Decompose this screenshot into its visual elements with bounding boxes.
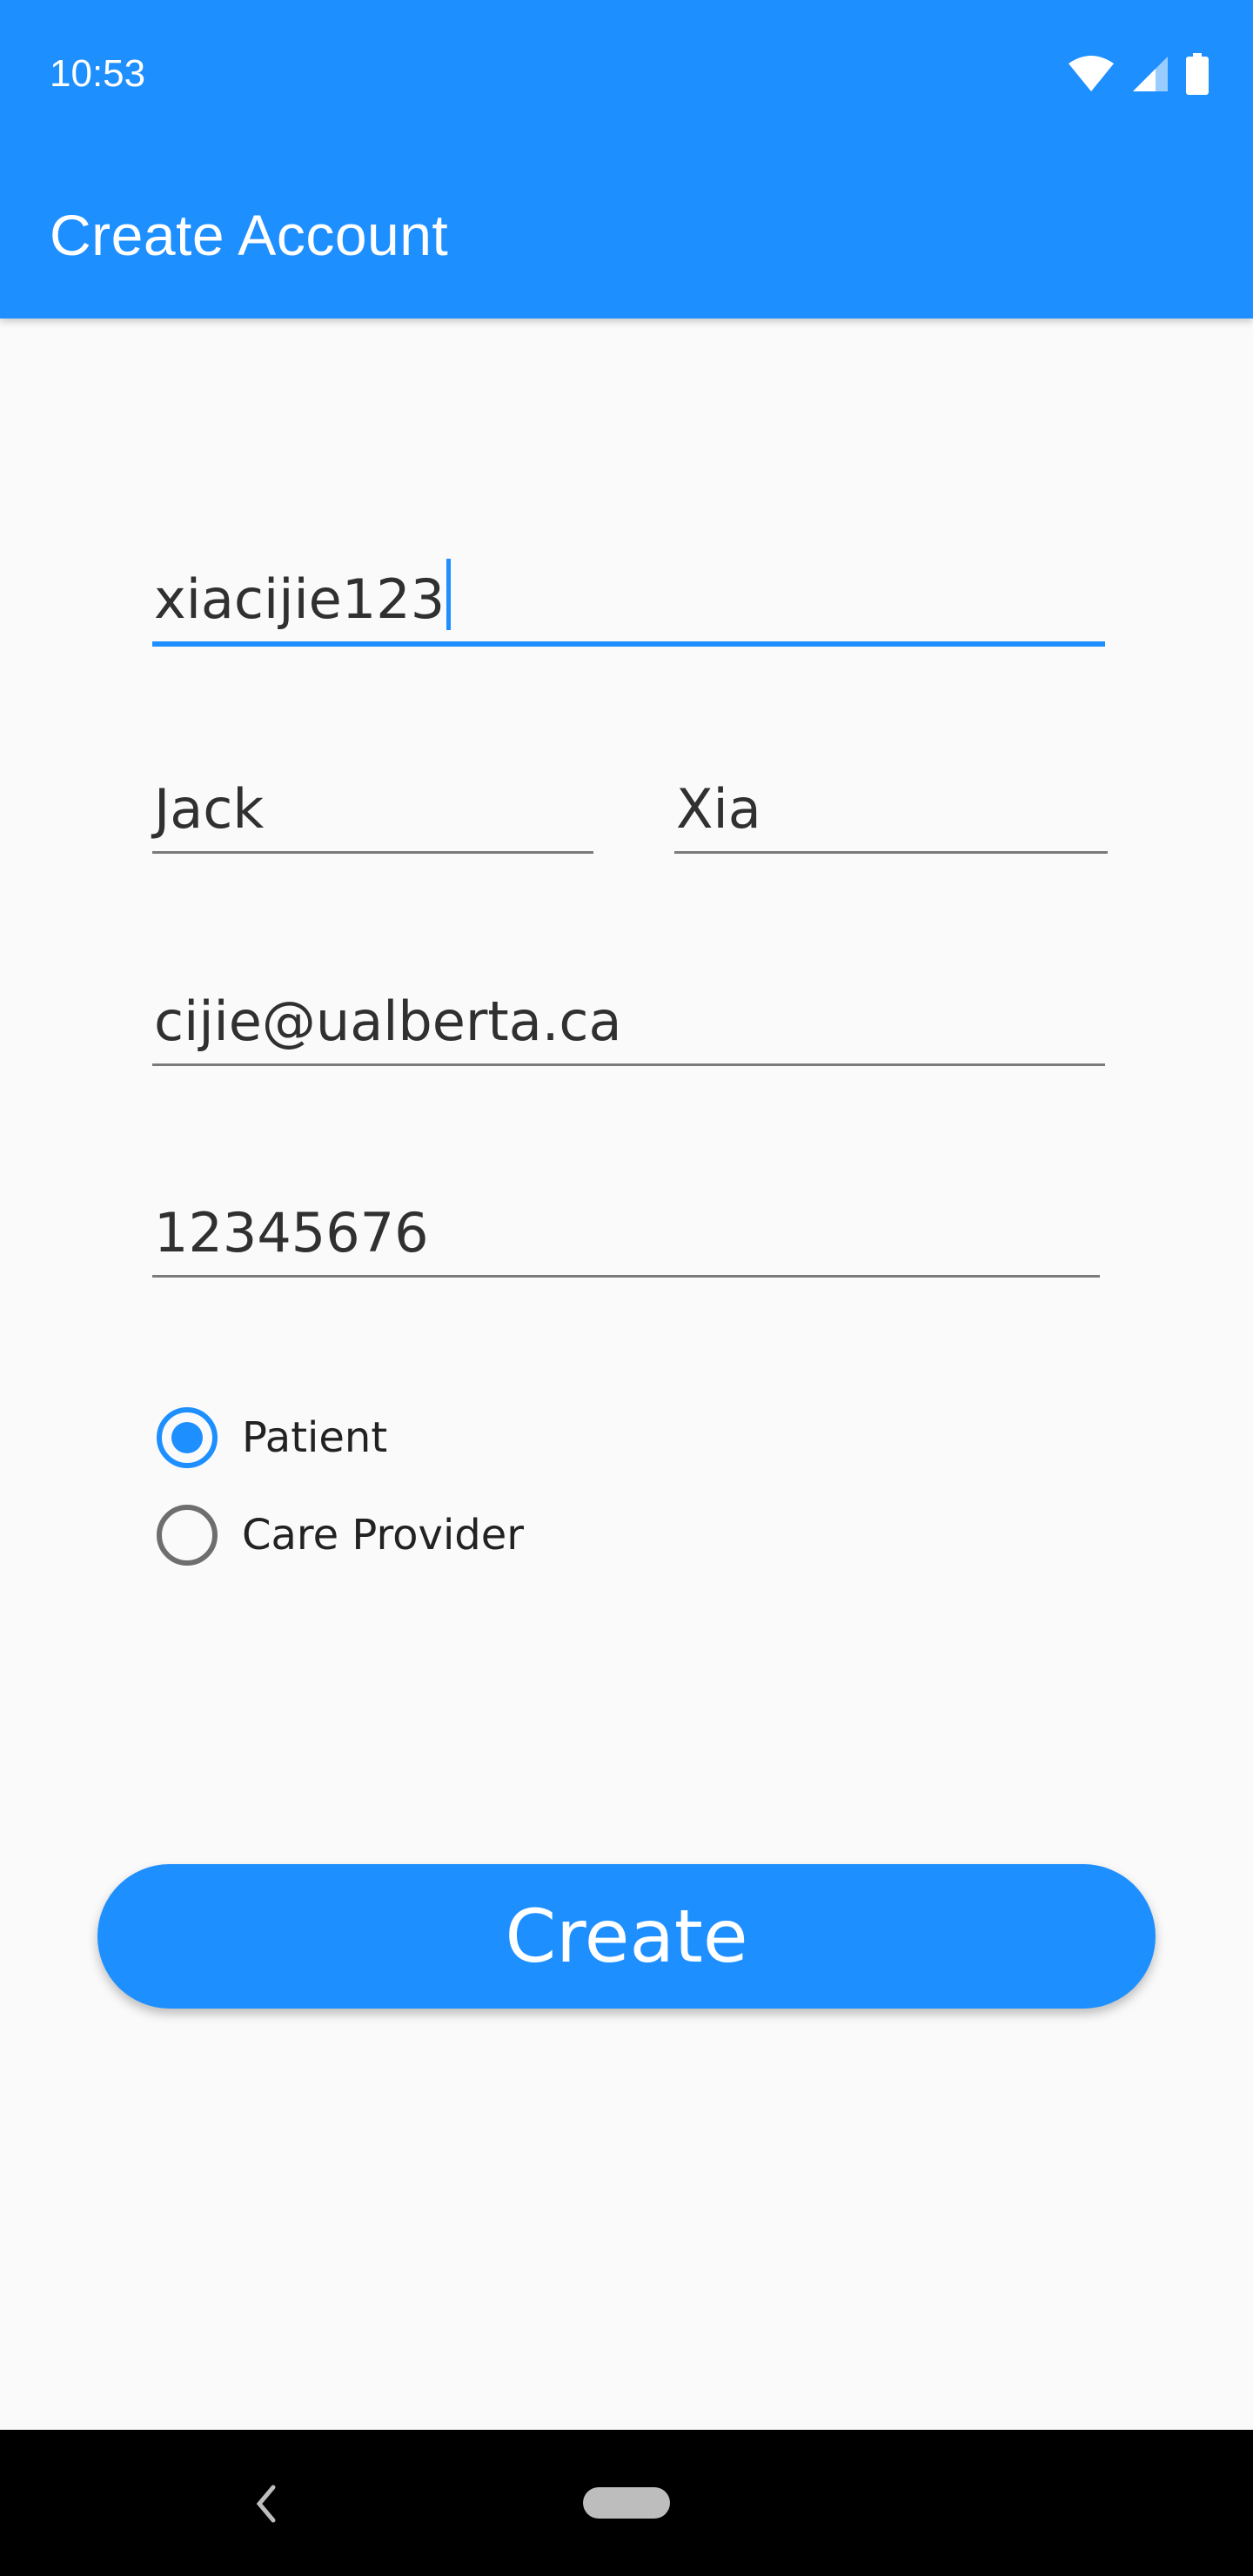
wifi-icon (1069, 56, 1114, 91)
system-nav-bar (0, 2430, 1253, 2576)
email-field[interactable]: cijie@ualberta.ca (152, 979, 1105, 1066)
create-button[interactable]: Create (97, 1864, 1156, 2009)
radio-unchecked-icon[interactable] (157, 1505, 218, 1566)
text-cursor (446, 559, 452, 630)
status-time: 10:53 (50, 52, 146, 95)
radio-dot (171, 1422, 203, 1453)
radio-checked-icon[interactable] (157, 1407, 218, 1468)
password-field[interactable]: 12345676 (152, 1191, 1100, 1278)
last-name-field[interactable]: Xia (674, 767, 1108, 854)
app-header: 10:53 Create Account (0, 0, 1253, 319)
last-name-value: Xia (676, 777, 761, 841)
username-field[interactable]: xiacijie123 (152, 559, 1105, 647)
back-icon[interactable] (252, 2482, 278, 2526)
signal-icon (1133, 57, 1168, 91)
status-icons (1067, 52, 1209, 96)
create-button-label: Create (505, 1894, 748, 1979)
radio-option-care-provider[interactable]: Care Provider (157, 1504, 524, 1566)
radio-label-care-provider: Care Provider (242, 1511, 525, 1560)
radio-option-patient[interactable]: Patient (157, 1406, 387, 1469)
battery-icon (1186, 53, 1209, 95)
first-name-value: Jack (154, 777, 265, 841)
radio-label-patient: Patient (242, 1413, 388, 1462)
email-value: cijie@ualberta.ca (154, 989, 622, 1053)
home-pill-icon[interactable] (583, 2487, 670, 2519)
page-title: Create Account (50, 203, 449, 267)
password-value: 12345676 (154, 1201, 429, 1265)
first-name-field[interactable]: Jack (152, 767, 593, 854)
username-value: xiacijie123 (154, 559, 452, 631)
